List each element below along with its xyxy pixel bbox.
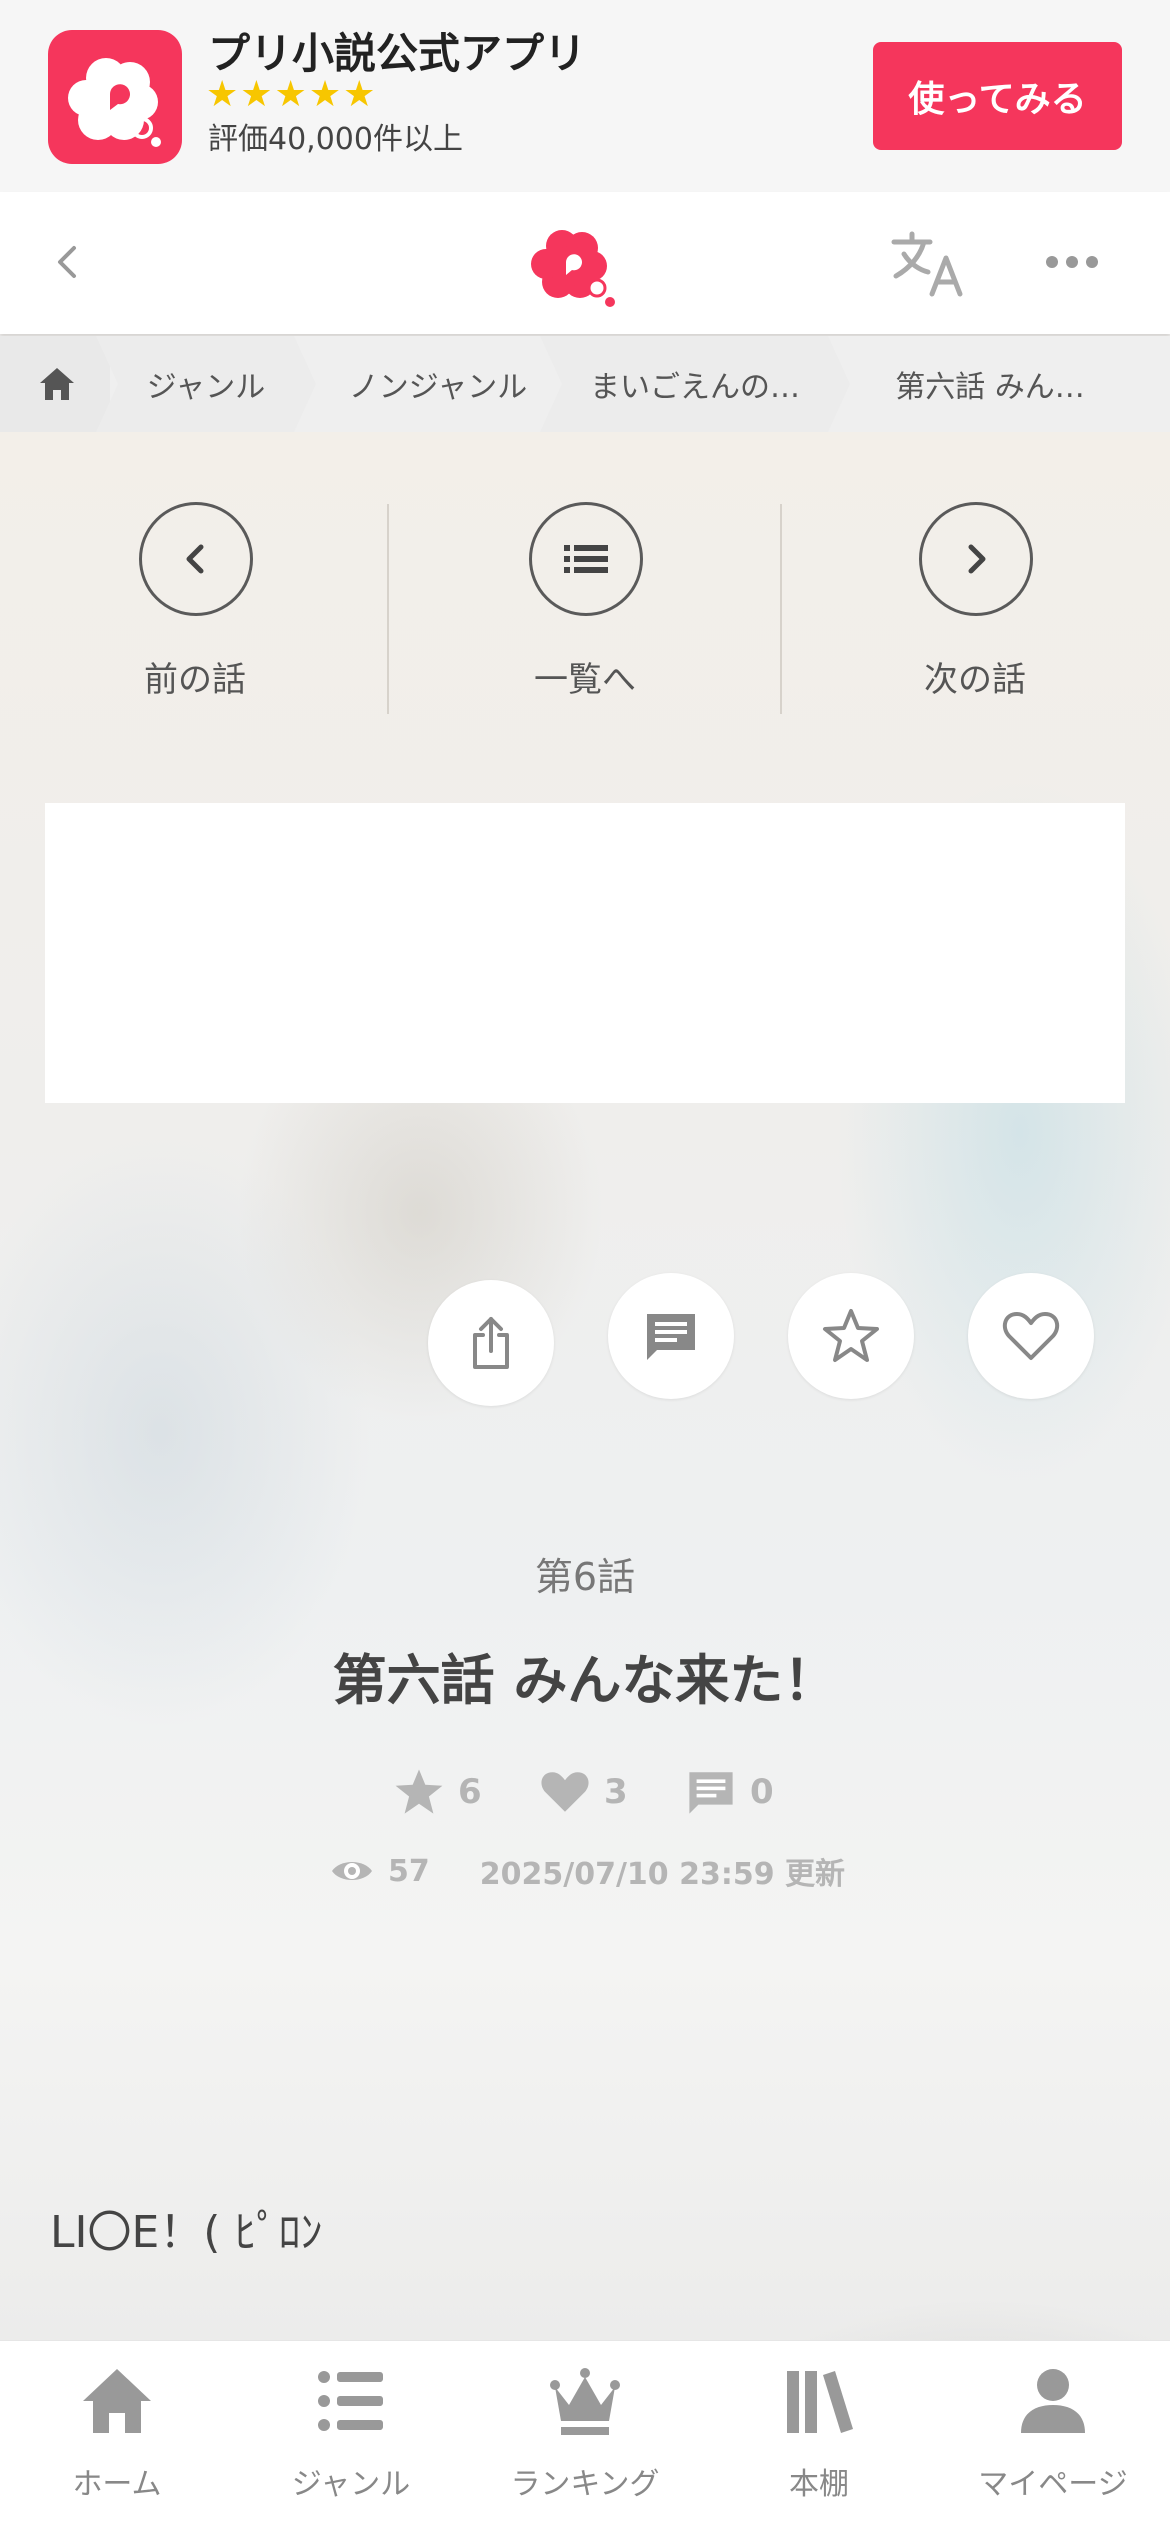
prev-circle [139, 502, 253, 616]
star-count: 6 [392, 1762, 482, 1822]
crown-icon [550, 2368, 620, 2435]
back-icon[interactable] [40, 234, 96, 290]
next-chapter-label: 次の話 [924, 660, 1026, 700]
tab-mypage[interactable]: マイページ [936, 2341, 1170, 2533]
next-circle [919, 502, 1033, 616]
list-icon [564, 545, 608, 573]
next-chapter-button[interactable]: 次の話 [780, 502, 1170, 722]
comment-count: 0 [684, 1762, 774, 1822]
breadcrumb-item-nongenre[interactable]: ノンジャンル [298, 336, 578, 432]
tab-genre[interactable]: ジャンル [234, 2341, 468, 2533]
breadcrumb-item-chapter: 第六話 みん… [830, 336, 1150, 432]
share-button[interactable] [428, 1280, 554, 1406]
heart-icon [1002, 1312, 1060, 1360]
tab-ranking[interactable]: ランキング [468, 2341, 702, 2533]
comment-button[interactable] [608, 1273, 734, 1399]
like-count: 3 [538, 1762, 628, 1822]
tab-home-label: ホーム [72, 2467, 162, 2502]
chapter-title: 第六話 みんな来た！ [332, 1649, 838, 1712]
chevron-right-icon [968, 544, 986, 574]
chapter-number: 第6話 [534, 1555, 636, 1599]
app-name: プリ小説公式アプリ [208, 29, 587, 78]
share-icon [473, 1317, 509, 1369]
eye-icon [332, 1862, 372, 1880]
tab-genre-label: ジャンル [291, 2467, 411, 2502]
divider [387, 504, 389, 714]
prev-chapter-label: 前の話 [144, 660, 246, 700]
home-icon [83, 2369, 151, 2433]
translate-icon[interactable] [890, 228, 966, 298]
bookshelf-icon [787, 2371, 853, 2433]
app-logo-icon[interactable] [48, 30, 182, 164]
list-icon [318, 2371, 383, 2431]
story-body-text: LI〇E！( ﾋﾟﾛﾝ [50, 2207, 323, 2258]
favorite-star-button[interactable] [788, 1273, 914, 1399]
like-count-value: 3 [604, 1772, 628, 1812]
view-count: 57 [388, 1853, 430, 1889]
breadcrumb-item-genre[interactable]: ジャンル [96, 336, 316, 432]
app-banner: プリ小説公式アプリ ★★★★★ 評価40,000件以上 使ってみる [0, 0, 1170, 192]
star-count-value: 6 [458, 1772, 482, 1812]
chapter-list-button[interactable]: 一覧へ [390, 502, 780, 722]
comment-icon [689, 1772, 733, 1814]
breadcrumb-item-story[interactable]: まいごえんの… [540, 336, 850, 432]
use-app-button[interactable]: 使ってみる [873, 42, 1122, 150]
star-icon [823, 1309, 879, 1362]
chapter-meta: 57 2025/07/10 23:59 更新 [330, 1846, 845, 1896]
comment-icon [647, 1314, 695, 1360]
home-icon [40, 368, 74, 400]
rating-count: 評価40,000件以上 [208, 122, 463, 157]
list-circle [529, 502, 643, 616]
person-icon [1021, 2369, 1085, 2433]
prev-chapter-button[interactable]: 前の話 [0, 502, 390, 722]
tab-bookshelf[interactable]: 本棚 [702, 2341, 936, 2533]
tab-mypage-label: マイページ [978, 2467, 1128, 2502]
ad-placeholder [45, 803, 1125, 1103]
chevron-left-icon [186, 544, 204, 574]
tab-bookshelf-label: 本棚 [789, 2467, 849, 2502]
breadcrumb: ジャンル ノンジャンル まいごえんの… 第六話 みん… [0, 336, 1170, 432]
more-icon[interactable] [1042, 242, 1102, 282]
chapter-list-label: 一覧へ [534, 660, 636, 700]
updated-at: 2025/07/10 23:59 更新 [479, 1857, 846, 1892]
chapter-nav: 前の話 一覧へ 次の話 [0, 432, 1170, 762]
star-icon [395, 1769, 443, 1814]
rating-stars: ★★★★★ [206, 74, 378, 115]
breadcrumb-home[interactable] [0, 336, 110, 432]
app-logo-icon[interactable] [522, 216, 622, 312]
bottom-nav: ホーム ジャンル ランキング 本棚 マイページ [0, 2340, 1170, 2533]
tab-home[interactable]: ホーム [0, 2341, 234, 2533]
tab-ranking-label: ランキング [510, 2467, 660, 2502]
heart-icon [541, 1772, 589, 1812]
comment-count-value: 0 [750, 1772, 774, 1812]
header [0, 192, 1170, 334]
like-button[interactable] [968, 1273, 1094, 1399]
